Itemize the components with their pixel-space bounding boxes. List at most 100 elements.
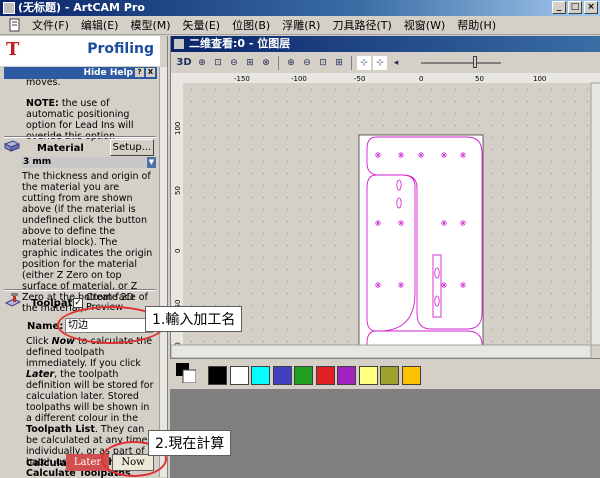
grid-dot [575,221,576,222]
maximize-button[interactable]: □ [568,1,582,14]
grid-dot [215,209,216,210]
color-swatch[interactable] [315,366,335,385]
grid-dot [275,293,276,294]
current-color-icon[interactable] [176,363,196,383]
grid-dot [275,233,276,234]
grid-dot [443,125,444,126]
color-swatch[interactable] [208,366,227,385]
grid-dot [239,113,240,114]
grid-dot [551,293,552,294]
color-swatch[interactable] [229,366,249,385]
show-grid-icon[interactable]: ⊹ [373,56,387,70]
grid-dot [587,101,588,102]
material-setup-button[interactable]: Setup... [110,139,154,156]
color-swatch[interactable] [251,366,270,385]
now-button[interactable]: Now [112,454,154,471]
grid-dot [275,221,276,222]
ruler-tick-label: -50 [354,75,365,83]
grid-dot [527,209,528,210]
grid-dot [359,89,360,90]
grid-dot [203,269,204,270]
create-preview-checkbox[interactable]: ✓ [73,298,83,308]
grid-dot [515,149,516,150]
close-button[interactable]: × [584,1,598,14]
grid-dot [347,173,348,174]
zoom-previous-icon[interactable]: ⊗ [259,56,273,70]
grid-dot [443,89,444,90]
grid-dot [467,113,468,114]
help-text-now: Now [51,336,75,347]
menu-file[interactable]: 文件(F) [26,17,75,33]
zoom-in-icon[interactable]: ⊕ [195,56,209,70]
zoom-fit-icon[interactable]: ⊡ [211,56,225,70]
menu-window[interactable]: 视窗(W) [398,17,451,33]
toolpath-name-input[interactable]: 切边 [65,318,153,333]
ruler-tick-label: 100 [174,122,182,135]
color-swatch[interactable] [294,366,313,385]
grid-dot [587,209,588,210]
menu-help[interactable]: 帮助(H) [451,17,502,33]
annotation-callout-1: 1.輸入加工名 [145,306,243,332]
grid-dot [311,185,312,186]
pan-icon[interactable]: ⊞ [332,56,346,70]
menu-toolpaths[interactable]: 刀具路径(T) [326,17,397,33]
link-icon[interactable]: ◂ [389,56,403,70]
grid-dot [215,221,216,222]
grid-dot [515,293,516,294]
grid-dot [203,281,204,282]
zoom-window-icon[interactable]: ⊞ [243,56,257,70]
grid-dot [311,281,312,282]
view-slider-thumb[interactable] [473,56,477,68]
panel-scrollbar[interactable] [159,67,167,477]
color-swatch[interactable] [401,366,421,385]
menu-model[interactable]: 模型(M) [124,17,176,33]
material-thickness-combo[interactable]: 3 mm ▼ [21,157,156,168]
3d-view-button[interactable]: 3D [175,56,193,70]
grid-dot [491,197,492,198]
menu-relief[interactable]: 浮雕(R) [276,17,326,33]
menu-bitmap[interactable]: 位图(B) [226,17,276,33]
grid-dot [551,173,552,174]
grid-dot [539,269,540,270]
grid-dot [239,125,240,126]
help-close-button[interactable]: X [146,68,155,77]
grid-dot [227,89,228,90]
grid-dot [251,185,252,186]
create-preview-label[interactable]: Create 2D Preview [86,293,146,313]
toolpath-icon [4,293,22,307]
color-swatch[interactable] [358,366,378,385]
grid-dot [587,233,588,234]
view-slider[interactable] [421,56,501,68]
grid-dot [575,293,576,294]
grid-dot [539,113,540,114]
color-swatch[interactable] [380,366,399,385]
help-question-button[interactable]: ? [135,68,144,77]
grid-dot [587,329,588,330]
minimize-button[interactable]: _ [552,1,566,14]
menu-edit[interactable]: 编辑(E) [75,17,125,33]
zoom-all-icon[interactable]: ⊕ [284,56,298,70]
horizontal-scrollbar[interactable] [170,344,592,359]
grid-dot [311,173,312,174]
menu-vector[interactable]: 矢量(E) [177,17,227,33]
snap-grid-icon[interactable]: ⊹ [357,56,371,70]
grid-dot [263,89,264,90]
grid-dot [335,281,336,282]
grid-dot [251,245,252,246]
color-swatch[interactable] [272,366,292,385]
color-swatch[interactable] [337,366,356,385]
grid-dot [239,233,240,234]
zoom-region-icon[interactable]: ⊡ [316,56,330,70]
grid-dot [311,113,312,114]
later-button[interactable]: Later [66,454,109,471]
combo-arrow-icon[interactable]: ▼ [147,157,156,168]
zoom-out-icon[interactable]: ⊖ [227,56,241,70]
grid-dot [491,341,492,342]
grid-dot [251,101,252,102]
zoom-selected-icon[interactable]: ⊖ [300,56,314,70]
grid-dot [323,233,324,234]
grid-dot [347,293,348,294]
grid-dot [575,173,576,174]
grid-dot [275,173,276,174]
vertical-scrollbar[interactable] [590,82,600,346]
